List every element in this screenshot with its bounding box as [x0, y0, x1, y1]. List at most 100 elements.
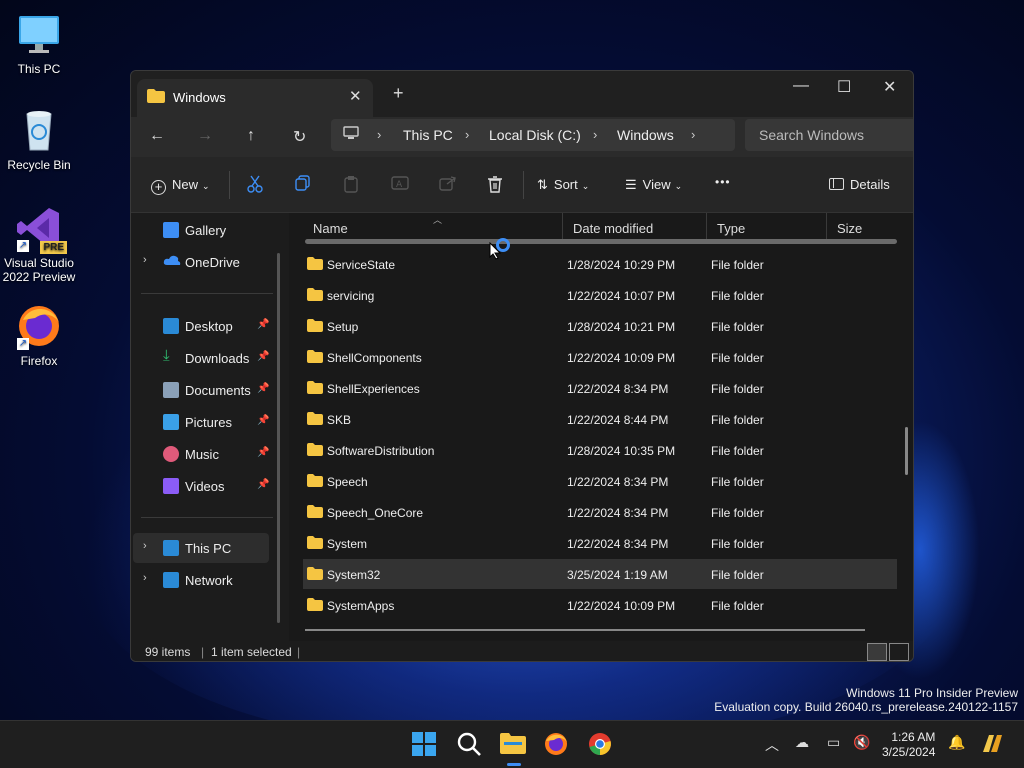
file-name: Speech — [327, 475, 368, 489]
column-header-date-modified[interactable]: Date modified — [563, 213, 707, 241]
sidebar-item-videos[interactable]: Videos 📌 — [133, 471, 269, 501]
chevron-right-icon[interactable]: › — [143, 540, 147, 552]
close-tab-button[interactable]: ✕ — [349, 87, 362, 105]
system-clock[interactable]: 1:26 AM 3/25/2024 — [882, 730, 935, 760]
details-pane-button[interactable]: Details — [829, 177, 890, 192]
forward-button[interactable]: → — [197, 127, 213, 145]
breadcrumb-chevron-icon[interactable]: › — [377, 127, 381, 142]
breadcrumb-local-disk[interactable]: Local Disk (C:) — [489, 127, 581, 143]
file-type: File folder — [711, 537, 764, 551]
documents-icon — [163, 382, 179, 398]
pin-icon[interactable]: 📌 — [257, 319, 269, 330]
back-button[interactable]: ← — [149, 127, 165, 145]
sidebar-item-pictures[interactable]: Pictures 📌 — [133, 407, 269, 437]
sidebar-item-network[interactable]: › Network — [133, 565, 269, 595]
table-row[interactable]: SystemApps 1/22/2024 10:09 PM File folder — [303, 590, 897, 620]
desktop-icon-visual-studio[interactable]: PRE ↗ Visual Studio 2022 Preview — [1, 204, 77, 284]
up-button[interactable]: ↑ — [247, 127, 255, 145]
new-tab-button[interactable]: + — [393, 83, 404, 104]
sidebar-item-label: Videos — [185, 479, 225, 494]
rename-button[interactable]: A — [391, 175, 409, 194]
pin-icon[interactable]: 📌 — [257, 383, 269, 394]
table-row[interactable]: System32 3/25/2024 1:19 AM File folder — [303, 559, 897, 589]
share-button[interactable] — [439, 175, 457, 194]
taskbar-chrome[interactable] — [587, 731, 615, 759]
sidebar-item-onedrive[interactable]: › OneDrive — [133, 247, 269, 277]
delete-button[interactable] — [487, 175, 503, 196]
details-view-button[interactable] — [867, 643, 887, 661]
horizontal-scrollbar-top[interactable] — [305, 239, 897, 244]
breadcrumb-windows[interactable]: Windows — [617, 127, 674, 143]
sidebar-item-this-pc[interactable]: › This PC — [133, 533, 269, 563]
desktop-icon-label: This PC — [17, 62, 61, 76]
table-row[interactable]: ServiceState 1/28/2024 10:29 PM File folde… — [303, 249, 897, 279]
sidebar-item-desktop[interactable]: Desktop 📌 — [133, 311, 269, 341]
taskbar-file-explorer[interactable] — [499, 731, 529, 766]
column-header-type[interactable]: Type — [707, 213, 827, 241]
view-button[interactable]: ☰ View ⌄ — [625, 177, 682, 193]
desktop-icon-recycle-bin[interactable]: Recycle Bin — [1, 106, 77, 172]
sidebar-item-documents[interactable]: Documents 📌 — [133, 375, 269, 405]
horizontal-scrollbar-thumb[interactable] — [305, 629, 865, 631]
table-row[interactable]: SKB 1/22/2024 8:44 PM File folder — [303, 404, 897, 434]
maximize-button[interactable]: ☐ — [837, 77, 851, 97]
more-options-button[interactable]: ••• — [715, 175, 731, 189]
chevron-right-icon[interactable]: › — [143, 572, 147, 584]
column-header-size[interactable]: Size — [827, 213, 907, 241]
copy-button[interactable] — [295, 175, 311, 194]
chevron-right-icon[interactable]: › — [143, 254, 147, 266]
start-button[interactable] — [411, 731, 439, 759]
sidebar-item-downloads[interactable]: ⤓ Downloads 📌 — [133, 343, 269, 373]
notification-bell-icon[interactable]: 🔔 — [948, 735, 965, 751]
sidebar-item-label: Gallery — [185, 223, 227, 238]
command-bar: + New ⌄ A ⇅ Sort ⌄ ☰ View ⌄ ••• Details — [131, 157, 913, 213]
breadcrumb-chevron-icon[interactable]: › — [691, 127, 695, 142]
sidebar-scrollbar[interactable] — [277, 253, 280, 623]
sidebar-item-label: Desktop — [185, 319, 233, 334]
cut-button[interactable] — [247, 175, 263, 196]
desktop-icon-this-pc[interactable]: This PC — [1, 10, 77, 76]
address-bar[interactable]: › This PC › Local Disk (C:) › Windows › — [331, 119, 735, 151]
pin-icon[interactable]: 📌 — [257, 447, 269, 458]
table-row[interactable]: Speech_OneCore 1/22/2024 8:34 PM File fold… — [303, 497, 897, 527]
table-row[interactable]: servicing 1/22/2024 10:07 PM File folder — [303, 280, 897, 310]
sidebar-item-music[interactable]: Music 📌 — [133, 439, 269, 469]
pin-icon[interactable]: 📌 — [257, 415, 269, 426]
file-name: System32 — [327, 568, 381, 582]
tab-windows[interactable]: Windows ✕ — [137, 79, 373, 117]
network-status-icon[interactable]: ▭ — [827, 735, 840, 751]
search-button[interactable] — [456, 731, 484, 759]
refresh-button[interactable]: ↻ — [293, 127, 306, 147]
search-box[interactable]: Search Windows — [745, 119, 913, 151]
copilot-preview-icon[interactable] — [980, 732, 1008, 760]
table-row[interactable]: SoftwareDistribution 1/28/2024 10:35 PM Fi… — [303, 435, 897, 465]
table-row[interactable]: Speech 1/22/2024 8:34 PM File folder — [303, 466, 897, 496]
new-button[interactable]: + New ⌄ — [151, 177, 210, 195]
desktop-icon-firefox[interactable]: ↗ Firefox — [1, 302, 77, 368]
pin-icon[interactable]: 📌 — [257, 351, 269, 362]
pin-icon[interactable]: 📌 — [257, 479, 269, 490]
table-row[interactable]: ShellComponents 1/22/2024 10:09 PM File fo… — [303, 342, 897, 372]
sidebar-item-gallery[interactable]: Gallery — [133, 215, 269, 245]
table-row[interactable]: System 1/22/2024 8:34 PM File folder — [303, 528, 897, 558]
preview-badge: PRE — [40, 241, 67, 254]
sidebar-divider — [141, 293, 273, 294]
taskbar-firefox[interactable] — [543, 731, 571, 759]
breadcrumb-this-pc[interactable]: This PC — [403, 127, 453, 143]
sort-button[interactable]: ⇅ Sort ⌄ — [537, 177, 589, 193]
vertical-scrollbar-thumb[interactable] — [905, 427, 908, 475]
table-row[interactable]: ShellExperiences 1/22/2024 8:34 PM File fo… — [303, 373, 897, 403]
search-input[interactable]: Search Windows — [759, 127, 864, 143]
onedrive-offline-icon[interactable]: ☁ — [795, 735, 809, 751]
paste-button[interactable] — [343, 175, 359, 196]
breadcrumb-chevron-icon[interactable]: › — [593, 127, 597, 142]
table-row[interactable]: Setup 1/28/2024 10:21 PM File folder — [303, 311, 897, 341]
volume-muted-icon[interactable]: 🔇 — [853, 735, 870, 751]
large-icons-view-button[interactable] — [889, 643, 909, 661]
breadcrumb-chevron-icon[interactable]: › — [465, 127, 469, 142]
scissors-icon — [247, 175, 263, 196]
status-bar: 99 items | 1 item selected | — [131, 641, 913, 661]
close-window-button[interactable]: ✕ — [883, 77, 896, 97]
show-hidden-icons-button[interactable]: ︿ — [765, 735, 779, 755]
minimize-button[interactable]: — — [793, 77, 809, 95]
